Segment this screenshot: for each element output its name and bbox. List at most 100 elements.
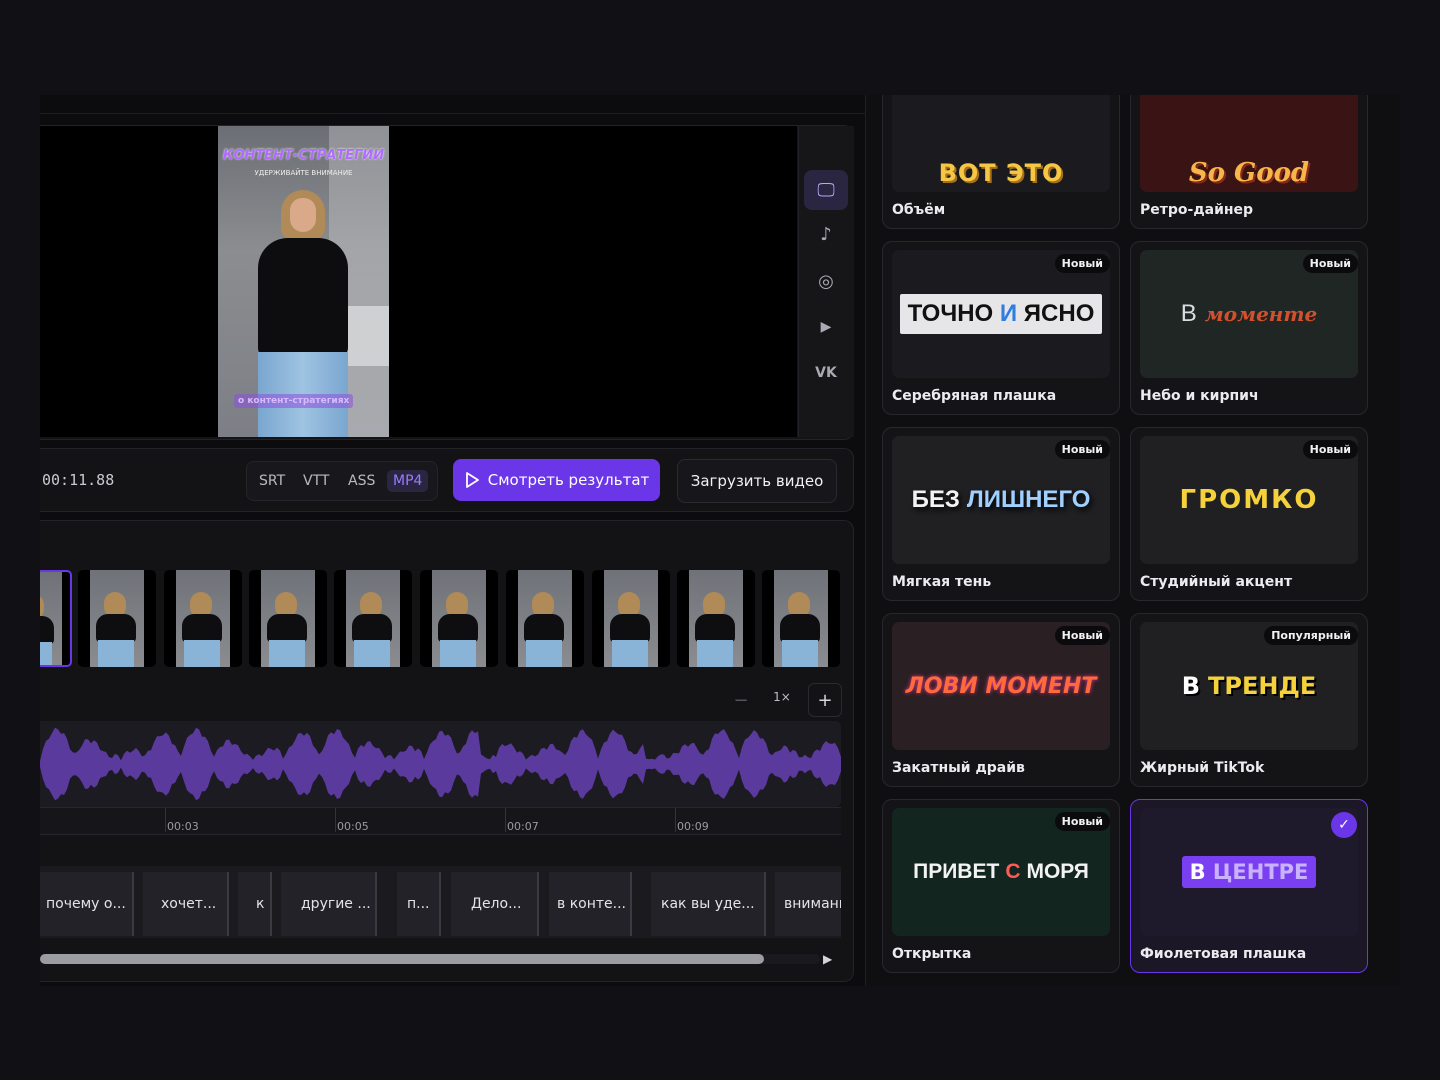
platform-tiktok-button[interactable]: ♪: [804, 214, 848, 254]
subtitle-segment[interactable]: Дело...: [451, 872, 539, 936]
thumbnail[interactable]: [592, 570, 670, 667]
subtitle-segment[interactable]: другие ...: [281, 872, 377, 936]
video-subtitle-overlay: УДЕРЖИВАЙТЕ ВНИМАНИЕ: [254, 169, 353, 177]
vk-icon: VK: [815, 365, 837, 381]
style-label: Серебряная плашка: [892, 388, 1057, 404]
scrollbar-thumb[interactable]: [40, 954, 764, 964]
format-vtt[interactable]: VTT: [303, 470, 329, 492]
zoom-control: − 1× +: [724, 683, 842, 717]
badge-new: Новый: [1054, 440, 1110, 459]
style-card-purple-plate[interactable]: ✓ В ЦЕНТРЕ Фиолетовая плашка: [1130, 799, 1368, 973]
upload-video-button[interactable]: Загрузить видео: [677, 459, 837, 503]
platform-youtube-button[interactable]: ▶: [804, 307, 848, 347]
play-icon: [465, 472, 479, 488]
audio-waveform[interactable]: [40, 721, 841, 807]
subtitle-segment[interactable]: п...: [397, 872, 441, 936]
format-srt[interactable]: SRT: [259, 470, 285, 492]
format-selector: SRT VTT ASS MP4: [246, 461, 438, 501]
subtitle-segment[interactable]: внимани: [775, 872, 841, 936]
badge-popular: Популярный: [1264, 626, 1358, 645]
badge-new: Новый: [1302, 440, 1358, 459]
thumbnail[interactable]: [164, 570, 242, 667]
platform-vk-button[interactable]: VK: [804, 353, 848, 393]
style-label: Открытка: [892, 946, 972, 962]
platform-desktop-button[interactable]: 🖵: [804, 170, 848, 210]
style-preview-text: В: [1181, 672, 1201, 700]
thumbnail[interactable]: [677, 570, 755, 667]
platform-switcher: 🖵 ♪ ◎ ▶ VK: [798, 126, 854, 437]
format-mp4[interactable]: MP4: [387, 470, 429, 492]
subtitle-segment[interactable]: как вы уде...: [651, 872, 766, 936]
style-card-volume[interactable]: ВОТ ЭТО Объём: [882, 95, 1120, 229]
style-card-bold-tiktok[interactable]: Популярный В ТРЕНДЕ Жирный TikTok: [1130, 613, 1368, 787]
desktop-icon: 🖵: [817, 179, 835, 201]
watch-result-label: Смотреть результат: [487, 471, 650, 489]
scroll-right-icon[interactable]: ▶: [823, 952, 832, 966]
style-label: Мягкая тень: [892, 574, 992, 590]
badge-new: Новый: [1054, 812, 1110, 831]
format-ass[interactable]: ASS: [348, 470, 375, 492]
thumbnail[interactable]: [40, 570, 72, 667]
style-card-silver-plate[interactable]: Новый ТОЧНО И ЯСНО Серебряная плашка: [882, 241, 1120, 415]
style-preview-text: So Good: [1188, 158, 1310, 188]
style-preview-accent: ТРЕНДЕ: [1208, 672, 1317, 700]
thumbnail[interactable]: [420, 570, 498, 667]
thumbnail[interactable]: [334, 570, 412, 667]
style-preview: В ЦЕНТРЕ: [1140, 808, 1358, 936]
style-card-retro-diner[interactable]: So Good Ретро-дайнер: [1130, 95, 1368, 229]
timecode: 00:11.88: [42, 471, 115, 489]
zoom-in-button[interactable]: +: [808, 683, 842, 717]
horizontal-scrollbar[interactable]: ▶: [40, 949, 841, 967]
zoom-out-button[interactable]: −: [724, 683, 758, 717]
style-preview-text: ЛОВИ МОМЕНТ: [905, 673, 1097, 699]
subtitle-track: почему о... хочет... к другие ... п... Д…: [40, 866, 841, 938]
thumbnail[interactable]: [762, 570, 840, 667]
style-preview-accent: моменте: [1204, 302, 1318, 326]
style-label: Жирный TikTok: [1140, 760, 1265, 776]
style-card-studio-accent[interactable]: Новый ГРОМКО Студийный акцент: [1130, 427, 1368, 601]
platform-instagram-button[interactable]: ◎: [804, 261, 848, 301]
style-label: Закатный драйв: [892, 760, 1025, 776]
style-card-sunset-drive[interactable]: Новый ЛОВИ МОМЕНТ Закатный драйв: [882, 613, 1120, 787]
youtube-icon: ▶: [820, 319, 832, 335]
video-preview-panel: КОНТЕНТ-СТРАТЕГИИ УДЕРЖИВАЙТЕ ВНИМАНИЕ о…: [40, 125, 854, 440]
time-ruler[interactable]: 00:03 00:05 00:07 00:09: [40, 807, 841, 835]
zoom-value: 1×: [773, 690, 791, 704]
subtitle-segment[interactable]: хочет...: [143, 872, 229, 936]
style-card-sky-brick[interactable]: Новый В моменте Небо и кирпич: [1130, 241, 1368, 415]
style-preview: ВОТ ЭТО: [892, 95, 1110, 192]
subtitle-segment[interactable]: почему о...: [40, 872, 134, 936]
style-preview-text: ВОТ ЭТО: [938, 159, 1064, 187]
thumbnail[interactable]: [506, 570, 584, 667]
video-frame[interactable]: КОНТЕНТ-СТРАТЕГИИ УДЕРЖИВАЙТЕ ВНИМАНИЕ о…: [218, 126, 389, 437]
style-preview-text: В: [1189, 860, 1206, 884]
style-preview-text: ГРОМКО: [1179, 485, 1319, 515]
subtitle-segment[interactable]: к: [238, 872, 272, 936]
ruler-label: 00:09: [677, 820, 709, 833]
timeline-panel: − 1× + 00:03 00:05 00:07 00:09 почему о.…: [40, 520, 854, 982]
thumbnail[interactable]: [249, 570, 327, 667]
waveform-graphic: [40, 727, 841, 801]
style-preview-accent: ЛИШНЕГО: [966, 486, 1091, 513]
thumbnail[interactable]: [78, 570, 156, 667]
style-preview: So Good: [1140, 95, 1358, 192]
style-preview-accent: ЦЕНТРЕ: [1212, 860, 1309, 884]
style-card-soft-shadow[interactable]: Новый БЕЗ ЛИШНЕГО Мягкая тень: [882, 427, 1120, 601]
watch-result-button[interactable]: Смотреть результат: [453, 459, 660, 501]
thumbnail-strip[interactable]: [40, 570, 853, 667]
style-preview-text: ТОЧНО: [907, 300, 994, 327]
ruler-label: 00:03: [167, 820, 199, 833]
subtitle-segment[interactable]: в конте...: [549, 872, 632, 936]
style-preview-text: БЕЗ: [911, 486, 960, 513]
check-icon: ✓: [1331, 812, 1357, 838]
instagram-icon: ◎: [818, 270, 834, 292]
style-label: Объём: [892, 202, 946, 218]
style-preview-text: МОРЯ: [1026, 860, 1089, 883]
style-preview-accent: С: [1005, 860, 1021, 883]
style-preview-text: ПРИВЕТ: [913, 860, 1000, 883]
video-canvas: КОНТЕНТ-СТРАТЕГИИ УДЕРЖИВАЙТЕ ВНИМАНИЕ о…: [40, 126, 797, 437]
style-card-postcard[interactable]: Новый ПРИВЕТ С МОРЯ Открытка: [882, 799, 1120, 973]
style-preview-text: В: [1180, 300, 1197, 327]
playback-controls: 00:11.88 SRT VTT ASS MP4 Смотреть резуль…: [40, 448, 854, 512]
badge-new: Новый: [1054, 254, 1110, 273]
